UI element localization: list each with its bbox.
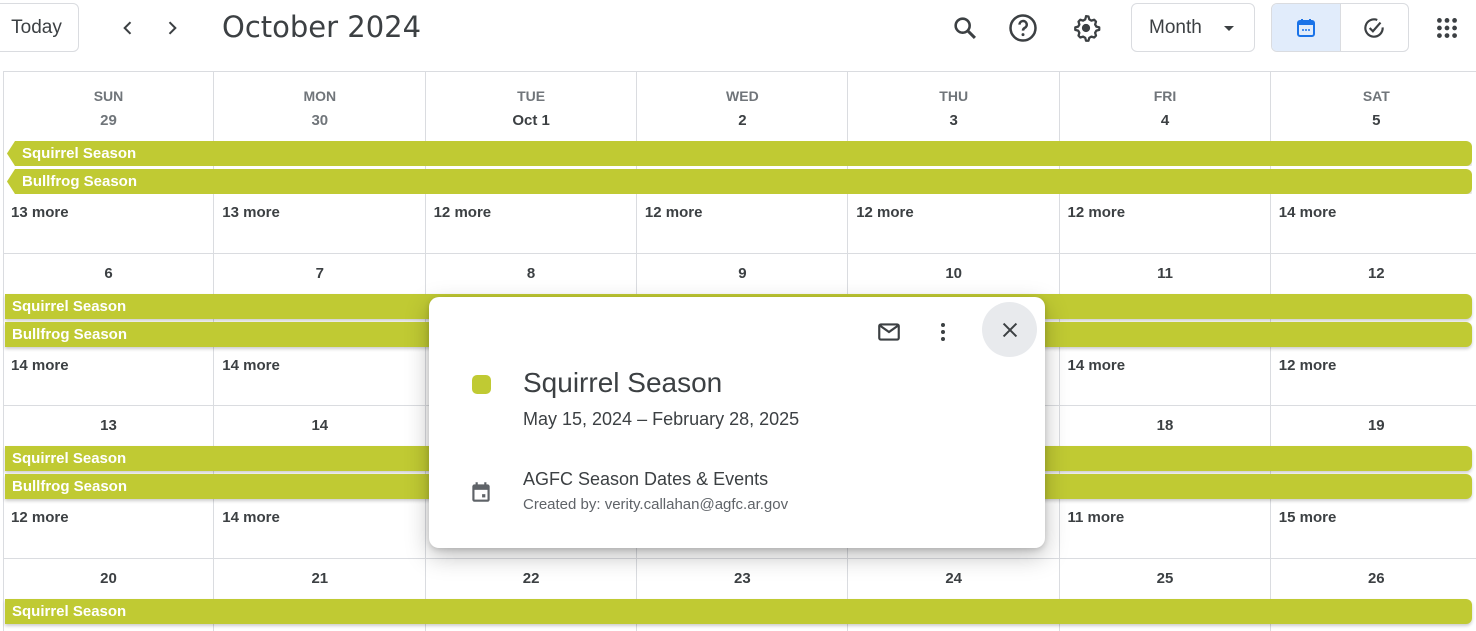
caret-down-icon bbox=[1224, 26, 1234, 31]
day-number[interactable]: Oct 1 bbox=[426, 112, 637, 129]
more-events-link[interactable]: 14 more bbox=[222, 357, 280, 374]
tasks-toggle-button[interactable] bbox=[1341, 4, 1409, 51]
day-number[interactable]: 4 bbox=[1060, 112, 1271, 129]
close-button[interactable] bbox=[982, 302, 1037, 357]
day-number[interactable]: 2 bbox=[637, 112, 848, 129]
chevron-left-icon[interactable] bbox=[114, 14, 142, 42]
day-number[interactable]: 5 bbox=[1271, 112, 1476, 129]
email-icon[interactable] bbox=[869, 312, 909, 352]
day-number[interactable]: 19 bbox=[1271, 417, 1476, 434]
event-created-by: Created by: verity.callahan@agfc.ar.gov bbox=[523, 496, 789, 513]
column-divider bbox=[3, 72, 4, 631]
view-select-value: Month bbox=[1149, 16, 1202, 38]
day-number[interactable]: 8 bbox=[426, 265, 637, 282]
more-events-link[interactable]: 12 more bbox=[1068, 204, 1126, 221]
more-events-link[interactable]: 14 more bbox=[1068, 357, 1126, 374]
day-number[interactable]: 21 bbox=[214, 570, 425, 587]
more-events-link[interactable]: 12 more bbox=[11, 509, 69, 526]
day-of-week-label: FRI bbox=[1153, 88, 1177, 104]
more-events-link[interactable]: 12 more bbox=[1279, 357, 1337, 374]
day-of-week-label: WED bbox=[726, 88, 759, 104]
calendar-toggle-button[interactable] bbox=[1272, 4, 1341, 51]
row-divider bbox=[3, 558, 1476, 559]
tasks-icon bbox=[1364, 17, 1385, 38]
view-toggle bbox=[1271, 3, 1409, 52]
more-events-link[interactable]: 13 more bbox=[11, 204, 69, 221]
more-events-link[interactable]: 12 more bbox=[434, 204, 492, 221]
event-chip[interactable]: Squirrel Season bbox=[7, 141, 1472, 166]
search-icon[interactable] bbox=[948, 11, 982, 45]
day-number[interactable]: 18 bbox=[1060, 417, 1271, 434]
day-number[interactable]: 20 bbox=[3, 570, 214, 587]
day-number[interactable]: 13 bbox=[3, 417, 214, 434]
day-number[interactable]: 7 bbox=[214, 265, 425, 282]
apps-icon[interactable] bbox=[1430, 11, 1464, 45]
day-number[interactable]: 9 bbox=[637, 265, 848, 282]
event-chip[interactable]: Squirrel Season bbox=[5, 599, 1472, 624]
event-details-popup: Squirrel Season May 15, 2024 – February … bbox=[429, 297, 1045, 548]
event-title: Squirrel Season bbox=[523, 367, 723, 398]
calendar-icon bbox=[467, 478, 495, 506]
day-number[interactable]: 25 bbox=[1060, 570, 1271, 587]
settings-icon[interactable] bbox=[1069, 11, 1103, 45]
day-number[interactable]: 29 bbox=[3, 112, 214, 129]
day-number[interactable]: 30 bbox=[214, 112, 425, 129]
more-events-link[interactable]: 14 more bbox=[222, 509, 280, 526]
day-number[interactable]: 23 bbox=[637, 570, 848, 587]
day-of-week-label: SUN bbox=[93, 88, 124, 104]
close-icon bbox=[1002, 322, 1017, 337]
more-events-link[interactable]: 14 more bbox=[1279, 204, 1337, 221]
help-icon[interactable] bbox=[1006, 11, 1040, 45]
more-vert-icon[interactable] bbox=[923, 312, 963, 352]
today-button[interactable]: Today bbox=[0, 3, 79, 52]
view-select[interactable]: Month bbox=[1131, 3, 1255, 52]
page-title: October 2024 bbox=[222, 10, 422, 44]
day-number[interactable]: 14 bbox=[214, 417, 425, 434]
more-events-link[interactable]: 14 more bbox=[11, 357, 69, 374]
day-of-week-label: MON bbox=[303, 88, 337, 104]
row-divider bbox=[3, 253, 1476, 254]
day-number[interactable]: 3 bbox=[848, 112, 1059, 129]
more-events-link[interactable]: 13 more bbox=[222, 204, 280, 221]
more-events-link[interactable]: 15 more bbox=[1279, 509, 1337, 526]
event-calendar-name: AGFC Season Dates & Events bbox=[523, 469, 769, 489]
day-number[interactable]: 10 bbox=[848, 265, 1059, 282]
chevron-right-icon[interactable] bbox=[158, 14, 186, 42]
day-number[interactable]: 26 bbox=[1271, 570, 1476, 587]
day-number[interactable]: 11 bbox=[1060, 265, 1271, 282]
day-number[interactable]: 6 bbox=[3, 265, 214, 282]
day-of-week-label: TUE bbox=[517, 88, 546, 104]
day-of-week-label: THU bbox=[939, 88, 969, 104]
day-number[interactable]: 12 bbox=[1271, 265, 1476, 282]
more-events-link[interactable]: 12 more bbox=[856, 204, 914, 221]
event-date-range: May 15, 2024 – February 28, 2025 bbox=[523, 409, 800, 429]
more-events-link[interactable]: 11 more bbox=[1068, 509, 1125, 526]
calendar-icon bbox=[1296, 18, 1315, 37]
more-events-link[interactable]: 12 more bbox=[645, 204, 703, 221]
event-chip[interactable]: Bullfrog Season bbox=[7, 169, 1472, 194]
day-of-week-label: SAT bbox=[1362, 88, 1390, 104]
day-number[interactable]: 24 bbox=[848, 570, 1059, 587]
day-number[interactable]: 22 bbox=[426, 570, 637, 587]
toolbar: Today October 2024 Month bbox=[0, 0, 1476, 72]
event-color-swatch bbox=[472, 375, 491, 394]
